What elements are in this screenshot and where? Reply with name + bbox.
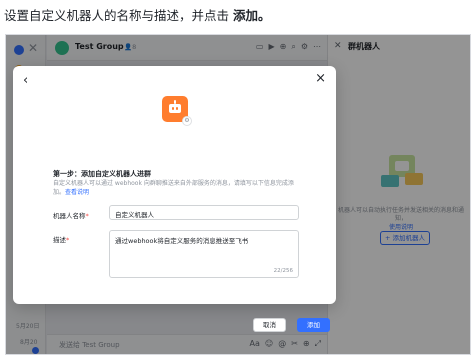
char-count: 22/256 <box>273 268 293 274</box>
view-docs-link[interactable]: 查看说明 <box>65 189 89 196</box>
instruction-text: 设置自定义机器人的名称与描述，并点击 添加。 <box>4 5 271 24</box>
instruction-emphasis: 添加。 <box>232 8 271 23</box>
add-button[interactable]: 添加 <box>297 318 330 332</box>
back-arrow-icon[interactable]: ‹ <box>23 73 28 88</box>
required-mark: * <box>85 212 89 220</box>
required-mark: * <box>66 236 70 244</box>
bot-face <box>169 104 181 113</box>
step-title: 第一步：添加自定义机器人进群 <box>53 170 151 178</box>
description-label-text: 描述 <box>53 236 66 244</box>
app-screenshot: ✕ 5月20日 8月20 Test Group 👤8 ▭ ▶ ⊕ ⌕ ⚙ ⋯ 发… <box>5 34 471 355</box>
bot-name-input[interactable]: 自定义机器人 <box>109 205 299 220</box>
description-value: 通过webhook将自定义服务的消息推送至飞书 <box>115 237 249 245</box>
instruction-prefix: 设置自定义机器人的名称与描述，并点击 <box>4 8 233 23</box>
description-text: 自定义机器人可以通过 webhook 向群聊推送来自外部服务的消息，请填写以下信… <box>53 180 294 196</box>
bot-eye <box>172 107 174 110</box>
page-root: 设置自定义机器人的名称与描述，并点击 添加。 ✕ 5月20日 8月20 Test… <box>0 0 474 355</box>
bot-eye <box>176 107 178 110</box>
step-description: 自定义机器人可以通过 webhook 向群聊推送来自外部服务的消息，请填写以下信… <box>53 179 301 197</box>
bot-icon: ⚙ <box>162 96 192 126</box>
gear-icon: ⚙ <box>182 116 192 126</box>
description-label: 描述* <box>53 234 69 244</box>
add-bot-dialog: ‹ × ⚙ 第一步：添加自定义机器人进群 自定义机器人可以通过 webhook … <box>13 66 336 332</box>
close-icon[interactable]: × <box>315 71 326 86</box>
bot-name-label-text: 机器人名称 <box>53 212 86 220</box>
cancel-button[interactable]: 取消 <box>253 318 286 332</box>
description-input[interactable]: 通过webhook将自定义服务的消息推送至飞书 22/256 <box>109 230 299 278</box>
bot-name-label: 机器人名称* <box>53 210 89 220</box>
